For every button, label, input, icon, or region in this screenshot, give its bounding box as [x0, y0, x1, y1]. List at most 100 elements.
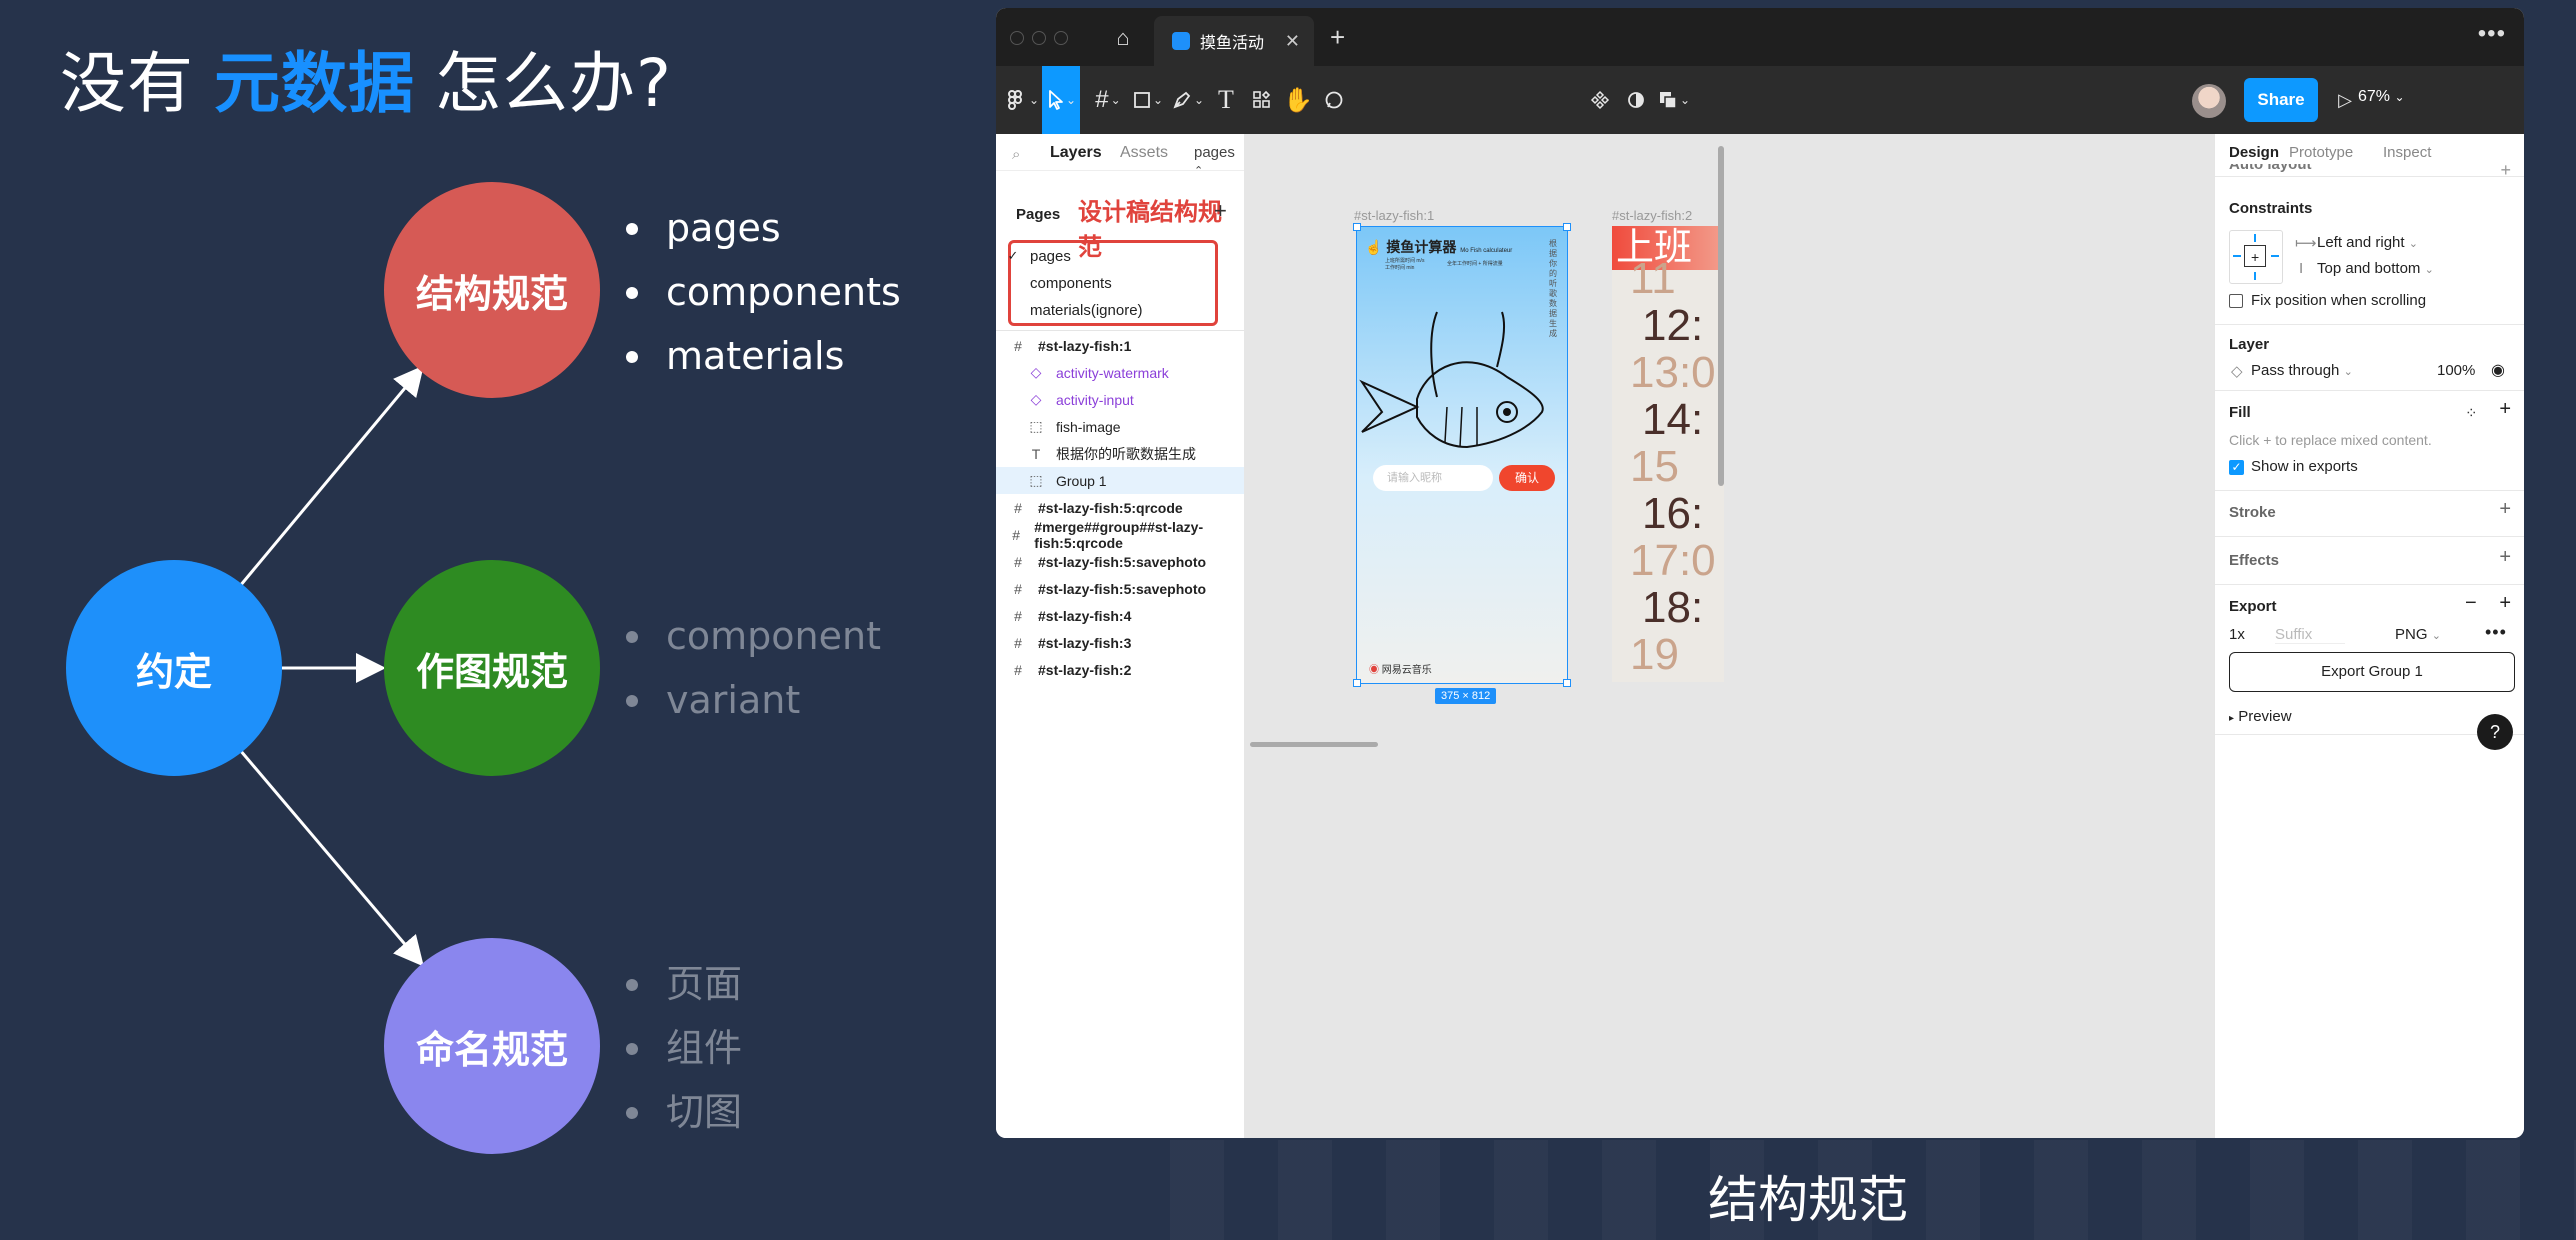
avatar[interactable] [2192, 84, 2226, 118]
nickname-input[interactable]: 请输入昵称 [1373, 465, 1493, 491]
page-label: materials(ignore) [1030, 301, 1143, 319]
remove-export-icon[interactable]: − [2465, 592, 2477, 615]
layer-row[interactable]: # #st-lazy-fish:1 [996, 332, 1244, 359]
canvas[interactable]: #st-lazy-fish:1 #st-lazy-fish:2 ☝ 摸鱼计算器 … [1244, 134, 2214, 1138]
app-line2: 工作时间 min [1385, 265, 1415, 271]
layer-row[interactable]: # #st-lazy-fish:2 [996, 656, 1244, 683]
add-auto-layout-icon[interactable]: + [2500, 160, 2511, 181]
text-icon: T [1031, 445, 1041, 462]
window-close-dot[interactable] [1010, 31, 1024, 45]
share-button[interactable]: Share [2244, 78, 2318, 122]
layer-row[interactable]: ⬚ Group 1 [996, 467, 1244, 494]
window-tabbar: ⌂ 摸鱼活动 ✕ + ••• [996, 8, 2524, 66]
frame-st-lazy-fish-1[interactable]: ☝ 摸鱼计算器 Mo Fish calculateur 上班所需时间 m/s 工… [1353, 223, 1571, 687]
tab-prototype[interactable]: Prototype [2289, 144, 2353, 161]
confirm-button[interactable]: 确认 [1499, 465, 1555, 491]
preview-toggle[interactable]: ▸ Preview [2229, 708, 2292, 725]
layer-row[interactable]: # #merge##group##st-lazy-fish:5:qrcode [996, 519, 1244, 551]
add-stroke-icon[interactable]: + [2499, 498, 2511, 521]
resize-handle[interactable] [1563, 679, 1571, 687]
search-icon[interactable]: ⌕ [1012, 146, 1020, 163]
layer-label: fish-image [1056, 418, 1121, 435]
comment-tool-icon[interactable] [1316, 66, 1352, 134]
tab-design[interactable]: Design [2229, 144, 2279, 161]
app-title-text: 摸鱼计算器 [1386, 239, 1457, 255]
horizontal-constraint-dropdown[interactable]: Left and right ⌄ [2317, 234, 2418, 251]
fix-position-checkbox[interactable] [2229, 294, 2243, 308]
zoom-value: 67% [2358, 88, 2391, 105]
more-icon[interactable]: ••• [2478, 20, 2506, 48]
vertical-scrollbar[interactable] [1718, 146, 1724, 486]
present-play-icon[interactable]: ▷ [2330, 66, 2360, 134]
component-icon[interactable] [1582, 66, 1618, 134]
zoom-dropdown[interactable]: 67% ⌄ [2358, 88, 2405, 106]
layer-row[interactable]: ◇ activity-watermark [996, 359, 1244, 386]
app-subtitle: Mo Fish calculateur [1460, 248, 1513, 254]
window-zoom-dot[interactable] [1054, 31, 1068, 45]
text-tool-icon[interactable]: T [1208, 66, 1244, 134]
file-tab[interactable]: 摸鱼活动 ✕ [1154, 16, 1314, 66]
size-badge: 375 × 812 [1435, 688, 1497, 704]
new-tab-plus-icon[interactable]: + [1330, 22, 1345, 53]
help-button[interactable]: ? [2477, 714, 2513, 750]
vertical-constraint-dropdown[interactable]: Top and bottom ⌄ [2317, 260, 2434, 277]
clock-label: 15 [1630, 442, 1679, 491]
divider [2215, 536, 2524, 537]
resize-handle[interactable] [1353, 223, 1361, 231]
pen-tool-icon[interactable]: ⌄ [1168, 66, 1208, 134]
resize-handle[interactable] [1353, 679, 1361, 687]
main-menu-icon[interactable]: ⌄ [1002, 66, 1042, 134]
export-scale-input[interactable]: 1x [2229, 626, 2245, 643]
resize-handle[interactable] [1563, 223, 1571, 231]
layer-row[interactable]: # #st-lazy-fish:5:savephoto [996, 575, 1244, 602]
toolbar: ⌄ ⌄ # ⌄ ⌄ ⌄ T ✋ ⌄ Share ▷ 67% ⌄ [996, 66, 2524, 134]
export-button[interactable]: Export Group 1 [2229, 652, 2515, 692]
styles-grid-icon[interactable]: ⁘ [2465, 404, 2478, 422]
layer-row[interactable]: # #st-lazy-fish:5:savephoto [996, 548, 1244, 575]
close-tab-icon[interactable]: ✕ [1285, 31, 1300, 52]
resources-icon[interactable] [1244, 66, 1280, 134]
horizontal-constraint-icon: ⟼ [2295, 235, 2317, 252]
blend-mode-dropdown[interactable]: Pass through ⌄ [2251, 362, 2353, 379]
export-more-icon[interactable]: ••• [2485, 622, 2507, 643]
add-fill-icon[interactable]: + [2499, 398, 2511, 421]
layer-row[interactable]: # #st-lazy-fish:4 [996, 602, 1244, 629]
frame1-label[interactable]: #st-lazy-fish:1 [1354, 208, 1434, 223]
tab-layers[interactable]: Layers [1050, 144, 1102, 162]
layer-row[interactable]: ⬚ fish-image [996, 413, 1244, 440]
horizontal-scrollbar[interactable] [1250, 742, 1378, 747]
export-suffix-input[interactable]: Suffix [2275, 626, 2345, 644]
boolean-icon[interactable]: ⌄ [1654, 66, 1694, 134]
add-export-icon[interactable]: + [2499, 592, 2511, 615]
frame-st-lazy-fish-2[interactable]: 上班 1112:13:014:1516:17:018:1920 [1612, 226, 1724, 682]
slide-caption: 结构规范 [1708, 1171, 1908, 1229]
opacity-input[interactable]: 100% [2437, 362, 2475, 379]
add-page-icon[interactable]: + [1214, 198, 1227, 224]
hand-tool-icon[interactable]: ✋ [1280, 66, 1316, 134]
shape-tool-icon[interactable]: ⌄ [1128, 66, 1168, 134]
stroke-heading: Stroke [2229, 504, 2276, 521]
show-in-exports-checkbox[interactable]: ✓ [2229, 460, 2244, 475]
fill-heading: Fill [2229, 404, 2251, 421]
constraint-widget[interactable]: + [2229, 230, 2283, 284]
frame-tool-icon[interactable]: # ⌄ [1088, 66, 1128, 134]
home-icon[interactable]: ⌂ [1106, 22, 1140, 54]
page-item-materials[interactable]: materials(ignore) [996, 288, 1244, 332]
tab-assets[interactable]: Assets [1120, 144, 1168, 162]
export-format-dropdown[interactable]: PNG ⌄ [2395, 626, 2441, 643]
layer-row[interactable]: ◇ activity-input [996, 386, 1244, 413]
list-item: materials [626, 324, 901, 388]
frame2-label[interactable]: #st-lazy-fish:2 [1612, 208, 1692, 223]
layer-row[interactable]: # #st-lazy-fish:3 [996, 629, 1244, 656]
add-effect-icon[interactable]: + [2499, 546, 2511, 569]
divider [2215, 176, 2524, 177]
mask-icon[interactable] [1618, 66, 1654, 134]
move-tool-icon[interactable]: ⌄ [1042, 66, 1080, 134]
window-minimize-dot[interactable] [1032, 31, 1046, 45]
layer-row[interactable]: T 根据你的听歌数据生成 [996, 440, 1244, 467]
tab-inspect[interactable]: Inspect [2383, 144, 2431, 161]
eye-icon[interactable]: ◉ [2491, 360, 2505, 380]
frame-icon: # [1014, 580, 1022, 597]
layer-row[interactable]: # #st-lazy-fish:5:qrcode [996, 494, 1244, 521]
pages-dropdown[interactable]: pages ⌃ [1194, 144, 1244, 178]
